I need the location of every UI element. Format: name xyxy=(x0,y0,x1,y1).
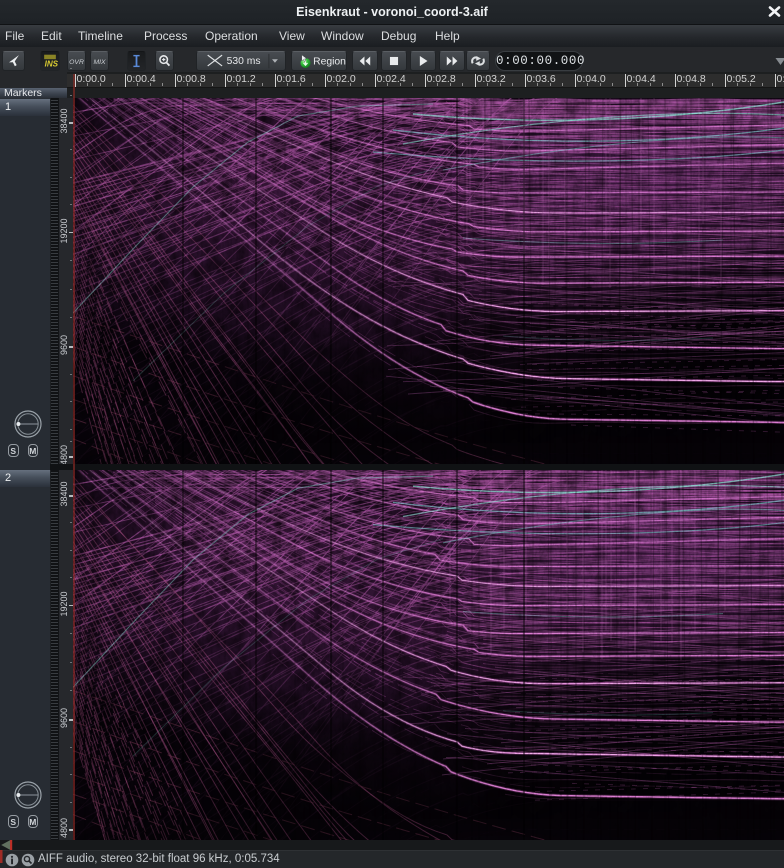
svg-text:INS: INS xyxy=(45,59,59,68)
svg-text:OVR: OVR xyxy=(69,59,84,66)
svg-text:Region: Region xyxy=(313,56,346,67)
svg-text:MIX: MIX xyxy=(93,59,106,66)
svg-text:530 ms: 530 ms xyxy=(227,56,261,67)
